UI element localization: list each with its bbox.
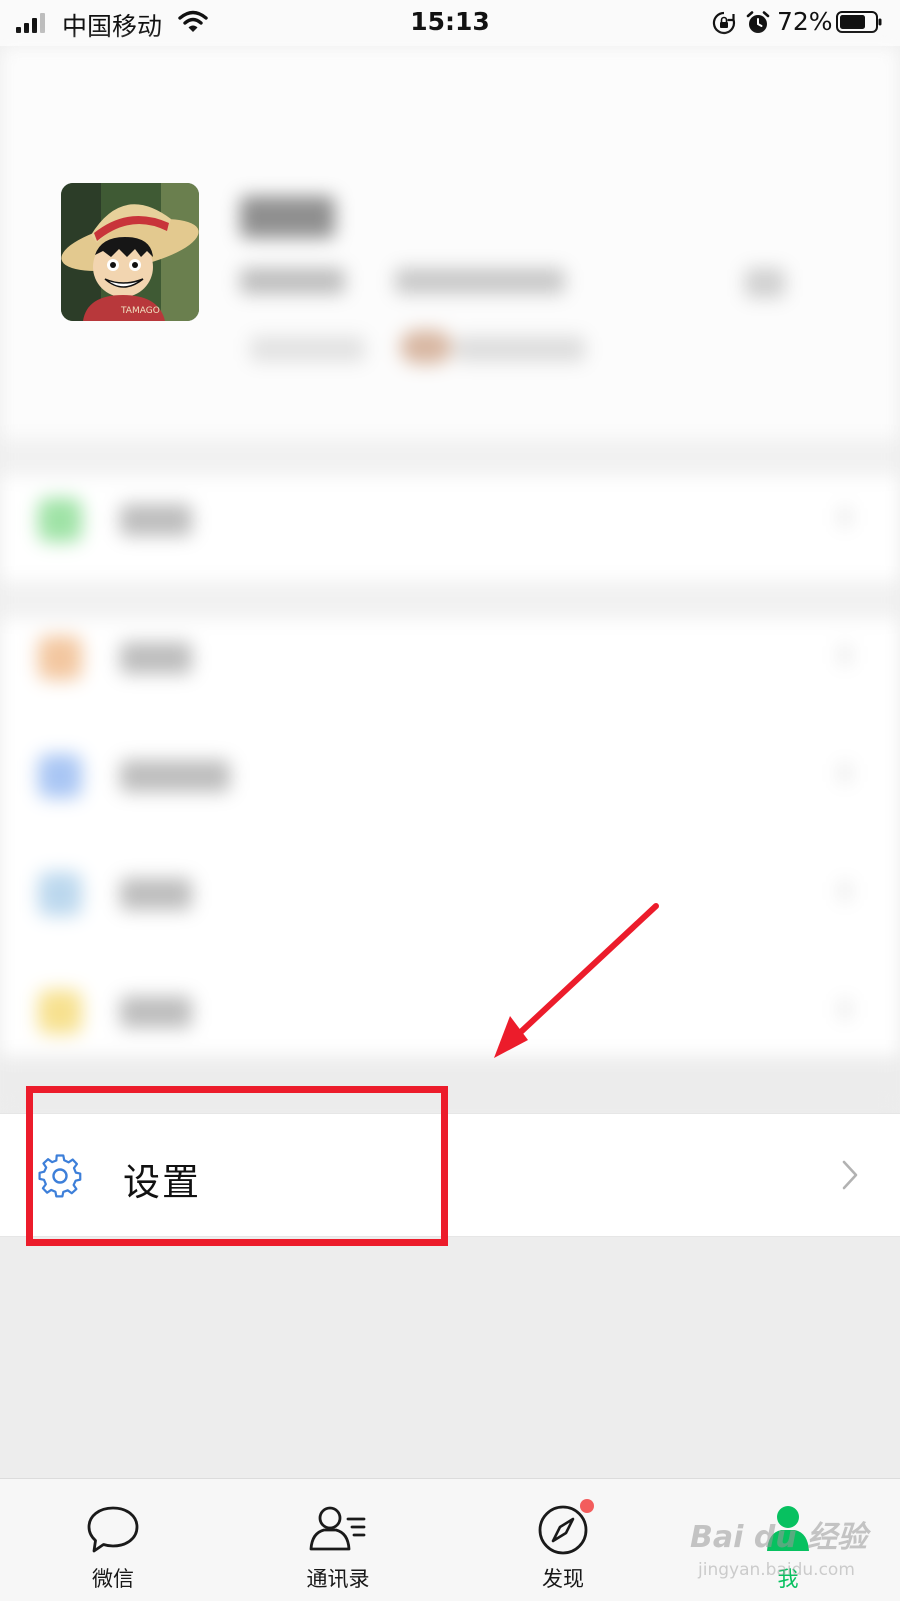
tab-label-discover: 发现 xyxy=(542,1567,584,1591)
rotation-lock-icon xyxy=(712,11,736,35)
baidu-jingyan-watermark: Bai du 经验 jingyan.baidu.com xyxy=(690,1512,870,1592)
tab-chats[interactable]: 微信 xyxy=(43,1479,183,1601)
status-bar: 中国移动 15:13 72% xyxy=(0,0,900,46)
svg-text:TAMAGO: TAMAGO xyxy=(120,306,160,316)
watermark-main: Bai du 经验 xyxy=(690,1520,868,1555)
chat-bubble-icon xyxy=(87,1506,139,1553)
tab-discover[interactable]: 发现 xyxy=(493,1479,633,1601)
tab-contacts[interactable]: 通讯录 xyxy=(268,1479,408,1601)
alarm-icon xyxy=(746,11,770,33)
tab-label-contacts: 通讯录 xyxy=(306,1567,370,1591)
chevron-right-icon xyxy=(842,1160,858,1190)
battery-icon xyxy=(836,11,882,33)
watermark-sub: jingyan.baidu.com xyxy=(698,1560,855,1580)
discover-badge xyxy=(580,1499,594,1513)
highlight-box xyxy=(26,1086,448,1246)
tab-label-chats: 微信 xyxy=(92,1567,134,1591)
avatar-image: TAMAGO xyxy=(61,183,199,321)
avatar[interactable]: TAMAGO xyxy=(61,183,199,321)
battery-percent: 72% xyxy=(777,7,833,36)
contacts-icon xyxy=(309,1506,366,1551)
